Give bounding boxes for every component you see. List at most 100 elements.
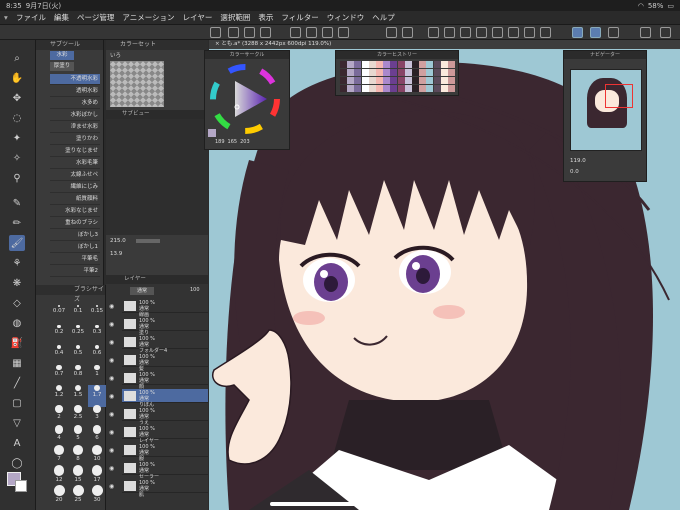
brush-size-option[interactable]: 6 xyxy=(88,425,106,447)
brush-size-option[interactable]: 1.2 xyxy=(50,385,68,407)
history-color-swatch[interactable] xyxy=(354,69,362,76)
visibility-eye-icon[interactable]: ◉ xyxy=(109,465,118,472)
brush-size-option[interactable]: 0.4 xyxy=(50,345,68,367)
brush-item[interactable]: 水彩毛筆 xyxy=(50,158,100,169)
brush-item[interactable]: 不透明水彩 xyxy=(50,74,100,85)
history-color-swatch[interactable] xyxy=(354,77,362,84)
history-color-swatch[interactable] xyxy=(426,77,434,84)
gradient-icon[interactable]: ▦ xyxy=(9,355,25,371)
menu-selection[interactable]: 選択範囲 xyxy=(220,12,250,23)
tab-thick-paint[interactable]: 厚塗り xyxy=(50,62,74,71)
history-color-swatch[interactable] xyxy=(419,61,427,68)
open-file-icon[interactable] xyxy=(244,27,255,38)
visibility-eye-icon[interactable]: ◉ xyxy=(109,393,118,400)
layer-row[interactable]: 100 % 通常 レイヤー xyxy=(122,425,208,444)
history-color-swatch[interactable] xyxy=(347,77,355,84)
history-color-swatch[interactable] xyxy=(397,85,405,92)
visibility-eye-icon[interactable]: ◉ xyxy=(109,375,118,382)
history-color-swatch[interactable] xyxy=(448,85,455,92)
history-color-swatch[interactable] xyxy=(354,61,362,68)
history-color-swatch[interactable] xyxy=(433,77,441,84)
history-color-swatch[interactable] xyxy=(433,61,441,68)
history-color-swatch[interactable] xyxy=(383,85,391,92)
visibility-eye-icon[interactable]: ◉ xyxy=(109,483,118,490)
share-icon[interactable] xyxy=(306,27,317,38)
history-color-swatch[interactable] xyxy=(368,61,376,68)
brush-size-option[interactable]: 0.15 xyxy=(88,305,106,327)
brush-item[interactable]: 塗りなじませ xyxy=(50,146,100,157)
clear-icon[interactable] xyxy=(428,27,439,38)
hue-value[interactable]: 189 xyxy=(215,139,225,145)
home-indicator[interactable] xyxy=(270,502,410,506)
history-color-swatch[interactable] xyxy=(376,61,383,68)
brush-size-option[interactable]: 0.3 xyxy=(88,325,106,347)
history-color-swatch[interactable] xyxy=(404,69,412,76)
hamburger-icon[interactable] xyxy=(210,27,221,38)
sub-color-swatch[interactable] xyxy=(15,480,27,492)
history-color-swatch[interactable] xyxy=(448,77,455,84)
brush-size-option[interactable]: 0.8 xyxy=(69,365,87,387)
brush-size-option[interactable]: 4 xyxy=(50,425,68,447)
brush-item[interactable]: 透明水彩 xyxy=(50,86,100,97)
brush-item[interactable]: 水彩ぼかし xyxy=(50,110,100,121)
brush-item[interactable]: 水彩なじませ xyxy=(50,206,100,217)
history-color-swatch[interactable] xyxy=(354,85,362,92)
fill-tool-icon[interactable]: ⛽ xyxy=(9,335,25,351)
navigator-zoom[interactable]: 119.0 xyxy=(570,158,586,164)
history-color-swatch[interactable] xyxy=(383,77,391,84)
brush-item[interactable]: 重ねのブラシ xyxy=(50,218,100,229)
ruler-tool-icon[interactable]: ▽ xyxy=(9,415,25,431)
history-color-swatch[interactable] xyxy=(340,69,347,76)
eraser-mode-icon[interactable] xyxy=(608,27,619,38)
brush-size-option[interactable]: 3 xyxy=(88,405,106,427)
brush-size-option[interactable]: 0.1 xyxy=(69,305,87,327)
figure-tool-icon[interactable]: ╱ xyxy=(9,375,25,391)
transform-icon[interactable] xyxy=(460,27,471,38)
navigator-angle[interactable]: 0.0 xyxy=(570,169,579,175)
fill-icon[interactable] xyxy=(444,27,455,38)
brush-size-option[interactable]: 15 xyxy=(69,465,87,487)
history-color-swatch[interactable] xyxy=(383,61,391,68)
colorset-swatches[interactable] xyxy=(110,61,164,107)
history-color-swatch[interactable] xyxy=(419,77,427,84)
airbrush-icon[interactable]: ⚘ xyxy=(9,255,25,271)
settings-icon[interactable] xyxy=(338,27,349,38)
zoom-tool-icon[interactable]: ⌕ xyxy=(9,50,25,66)
brush-size-option[interactable]: 20 xyxy=(50,485,68,507)
history-color-swatch[interactable] xyxy=(404,61,412,68)
history-color-swatch[interactable] xyxy=(433,85,441,92)
layer-row[interactable]: 100 % 通常顔 xyxy=(122,371,208,390)
deselect-icon[interactable] xyxy=(476,27,487,38)
brush-size-option[interactable]: 0.2 xyxy=(50,325,68,347)
visibility-eye-icon[interactable]: ◉ xyxy=(109,429,118,436)
brush-size-option[interactable]: 12 xyxy=(50,465,68,487)
tab-watercolor[interactable]: 水彩 xyxy=(50,51,74,60)
history-color-swatch[interactable] xyxy=(347,69,355,76)
history-color-swatch[interactable] xyxy=(368,77,376,84)
layer-row[interactable]: 100 % 通常 りぼん xyxy=(122,389,208,408)
new-file-icon[interactable] xyxy=(228,27,239,38)
history-color-swatch[interactable] xyxy=(412,69,419,76)
menu-edit[interactable]: 編集 xyxy=(54,12,69,23)
history-color-swatch[interactable] xyxy=(390,77,398,84)
menu-page[interactable]: ページ管理 xyxy=(77,12,114,23)
visibility-eye-icon[interactable]: ◉ xyxy=(109,339,118,346)
history-color-swatch[interactable] xyxy=(376,77,383,84)
brush-size-option[interactable]: 0.25 xyxy=(69,325,87,347)
opacity-value[interactable]: 13.9 xyxy=(110,251,122,257)
history-color-swatch[interactable] xyxy=(376,69,383,76)
crop-icon[interactable] xyxy=(508,27,519,38)
history-color-swatch[interactable] xyxy=(340,61,347,68)
history-color-swatch[interactable] xyxy=(404,77,412,84)
save-icon[interactable] xyxy=(260,27,271,38)
brush-size-option[interactable]: 17 xyxy=(88,465,106,487)
fill-selection-icon[interactable] xyxy=(524,27,535,38)
pen-pressure-icon[interactable] xyxy=(590,27,601,38)
history-color-swatch[interactable] xyxy=(390,61,398,68)
visibility-eye-icon[interactable]: ◉ xyxy=(109,321,118,328)
layer-row[interactable]: 100 % 通常 うえ xyxy=(122,407,208,426)
brush-item[interactable]: 水多め xyxy=(50,98,100,109)
history-color-swatch[interactable] xyxy=(340,77,347,84)
brush-item[interactable]: 塗りかわ xyxy=(50,134,100,145)
eyedropper-icon[interactable]: ⚲ xyxy=(9,170,25,186)
